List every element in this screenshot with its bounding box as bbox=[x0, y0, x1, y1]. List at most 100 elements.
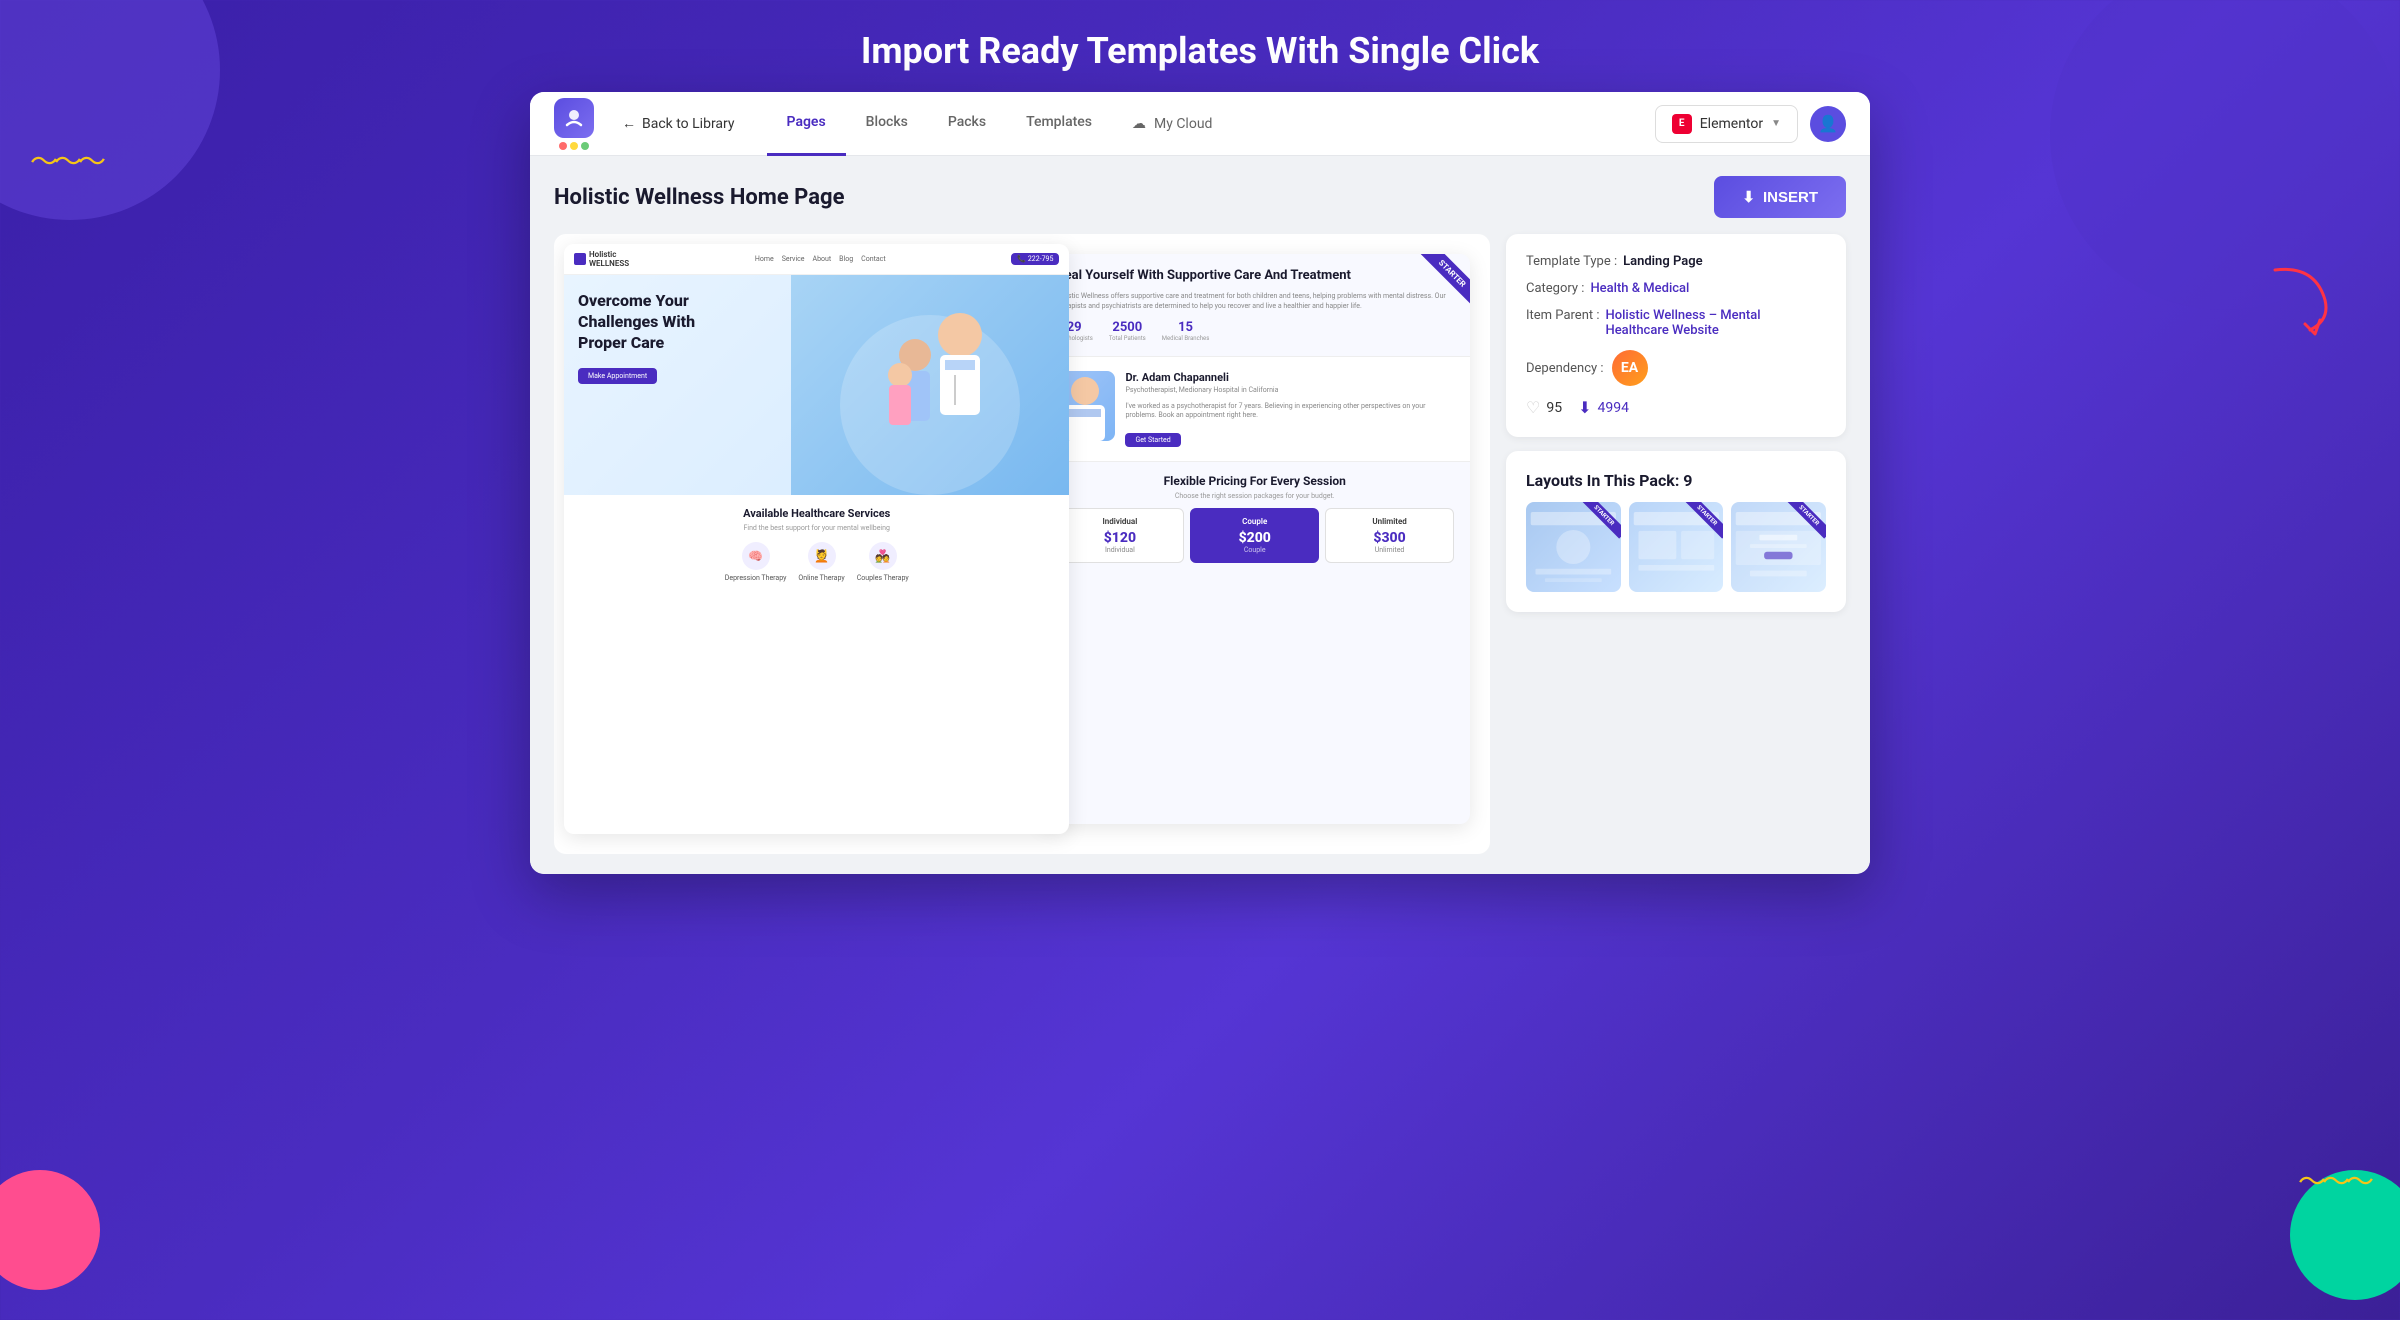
service-couples: 💑 Couples Therapy bbox=[857, 542, 909, 582]
tab-pages[interactable]: Pages bbox=[767, 92, 846, 156]
page-header: Holistic Wellness Home Page ⬇ INSERT bbox=[554, 176, 1846, 218]
price-unlimited: $300 bbox=[1332, 530, 1447, 546]
thumb-badge-text-3: STARTER bbox=[1786, 502, 1826, 538]
services-grid: 🧠 Depression Therapy 💆 Online Therapy 💑 bbox=[578, 542, 1055, 582]
price-couple: $200 bbox=[1197, 530, 1312, 546]
sidebar-panel: Template Type : Landing Page Category : … bbox=[1506, 234, 1846, 854]
app-window: ← Back to Library Pages Blocks Packs Tem… bbox=[530, 92, 1870, 874]
stat-branches-num: 15 bbox=[1162, 320, 1210, 335]
preview-inner: HolisticWELLNESS Home Service About Blog… bbox=[554, 234, 1490, 854]
dot-red bbox=[559, 142, 567, 150]
card-phone-btn: 📞 222-795 bbox=[1011, 253, 1059, 265]
bg-decoration-circle-1 bbox=[0, 0, 220, 220]
card-nav-links: Home Service About Blog Contact bbox=[755, 255, 886, 263]
tab-blocks[interactable]: Blocks bbox=[846, 92, 928, 156]
doctor-name: Dr. Adam Chapanneli bbox=[1125, 371, 1454, 384]
user-avatar[interactable]: 👤 bbox=[1810, 106, 1846, 142]
card-hero: Overcome Your Challenges With Proper Car… bbox=[564, 275, 1069, 495]
services-title: Available Healthcare Services bbox=[578, 507, 1055, 520]
template-type-row: Template Type : Landing Page bbox=[1526, 254, 1826, 269]
thumb-badge-3: STARTER bbox=[1776, 502, 1826, 552]
dot-yellow bbox=[570, 142, 578, 150]
depression-label: Depression Therapy bbox=[725, 574, 787, 582]
thumb-badge-1: STARTER bbox=[1571, 502, 1621, 552]
layout-thumb-2[interactable]: STARTER bbox=[1629, 502, 1724, 592]
card-logo-text: HolisticWELLNESS bbox=[589, 250, 629, 268]
right-section-pricing: Flexible Pricing For Every Session Choos… bbox=[1039, 462, 1470, 575]
service-online: 💆 Online Therapy bbox=[798, 542, 844, 582]
label-unlimited: Unlimited bbox=[1332, 546, 1447, 554]
layout-thumb-1[interactable]: STARTER bbox=[1526, 502, 1621, 592]
online-therapy-label: Online Therapy bbox=[798, 574, 844, 582]
starter-badge-text: STARTER bbox=[1420, 254, 1470, 306]
category-row: Category : Health & Medical bbox=[1526, 281, 1826, 296]
get-started-btn: Get Started bbox=[1125, 433, 1180, 447]
bg-decoration-circle-2 bbox=[2050, 0, 2400, 310]
stat-patients-num: 2500 bbox=[1109, 320, 1146, 335]
bg-zigzag-left: 〜〜〜 bbox=[30, 140, 102, 180]
category-label: Category : bbox=[1526, 281, 1584, 296]
insert-button[interactable]: ⬇ INSERT bbox=[1714, 176, 1846, 218]
doctor-info: Dr. Adam Chapanneli Psychotherapist, Med… bbox=[1125, 371, 1454, 447]
card-nav-service: Service bbox=[782, 255, 805, 263]
tier-individual: Individual bbox=[1062, 517, 1177, 526]
category-value: Health & Medical bbox=[1590, 281, 1689, 296]
label-individual: Individual bbox=[1062, 546, 1177, 554]
thumb-badge-2: STARTER bbox=[1673, 502, 1723, 552]
dependency-icon: EA bbox=[1612, 350, 1648, 386]
service-depression: 🧠 Depression Therapy bbox=[725, 542, 787, 582]
card-nav-blog: Blog bbox=[839, 255, 853, 263]
dependency-row: Dependency : EA bbox=[1526, 350, 1826, 386]
stat-patients: 2500 Total Patients bbox=[1109, 320, 1146, 342]
nav-tabs: Pages Blocks Packs Templates ☁ My Cloud bbox=[767, 92, 1233, 155]
layout-thumb-3[interactable]: STARTER bbox=[1731, 502, 1826, 592]
pricing-title: Flexible Pricing For Every Session bbox=[1055, 474, 1454, 488]
pricing-couple: Couple $200 Couple bbox=[1190, 508, 1319, 563]
stat-patients-label: Total Patients bbox=[1109, 335, 1146, 342]
type-value: Landing Page bbox=[1623, 254, 1703, 269]
back-to-library-link[interactable]: ← Back to Library bbox=[610, 109, 747, 138]
pricing-cards: Individual $120 Individual Couple $200 C… bbox=[1055, 508, 1454, 563]
depression-icon: 🧠 bbox=[742, 542, 770, 570]
logo-dots bbox=[559, 142, 589, 150]
logo-area bbox=[554, 98, 594, 150]
tab-my-cloud[interactable]: ☁ My Cloud bbox=[1112, 92, 1232, 156]
likes-stat: ♡ 95 bbox=[1526, 398, 1562, 417]
downloads-count: 4994 bbox=[1598, 400, 1629, 416]
card-header-bar: HolisticWELLNESS Home Service About Blog… bbox=[564, 244, 1069, 275]
couples-therapy-label: Couples Therapy bbox=[857, 574, 909, 582]
label-couple: Couple bbox=[1197, 546, 1312, 554]
preview-card-left: HolisticWELLNESS Home Service About Blog… bbox=[564, 244, 1069, 834]
pricing-unlimited: Unlimited $300 Unlimited bbox=[1325, 508, 1454, 563]
layouts-grid: STARTER STARTER bbox=[1526, 502, 1826, 592]
layouts-title: Layouts In This Pack: 9 bbox=[1526, 471, 1826, 490]
price-individual: $120 bbox=[1062, 530, 1177, 546]
card-hero-img bbox=[791, 275, 1069, 495]
pricing-individual: Individual $120 Individual bbox=[1055, 508, 1184, 563]
card-hero-btn: Make Appointment bbox=[578, 368, 657, 384]
back-label: Back to Library bbox=[642, 116, 735, 132]
tier-couple: Couple bbox=[1197, 517, 1312, 526]
parent-label: Item Parent : bbox=[1526, 308, 1600, 323]
parent-value: Holistic Wellness – Mental Healthcare We… bbox=[1606, 308, 1827, 338]
doctor-profile: Dr. Adam Chapanneli Psychotherapist, Med… bbox=[1055, 371, 1454, 447]
elementor-selector[interactable]: E Elementor ▼ bbox=[1655, 105, 1798, 143]
starter-badge: STARTER bbox=[1395, 254, 1470, 329]
right-section-doctor: Dr. Adam Chapanneli Psychotherapist, Med… bbox=[1039, 357, 1470, 462]
heart-icon: ♡ bbox=[1526, 398, 1540, 417]
type-label: Template Type : bbox=[1526, 254, 1617, 269]
thumb-badge-text-2: STARTER bbox=[1684, 502, 1724, 538]
downloads-stat: ⬇ 4994 bbox=[1578, 398, 1629, 417]
couples-therapy-icon: 💑 bbox=[869, 542, 897, 570]
doctor-title: Psychotherapist, Medionary Hospital in C… bbox=[1125, 386, 1454, 396]
preview-area: HolisticWELLNESS Home Service About Blog… bbox=[554, 234, 1490, 854]
card-logo-small: HolisticWELLNESS bbox=[574, 250, 629, 268]
tab-packs[interactable]: Packs bbox=[928, 92, 1006, 156]
stat-branches: 15 Medical Branches bbox=[1162, 320, 1210, 342]
tier-unlimited: Unlimited bbox=[1332, 517, 1447, 526]
doctor-body: I've worked as a psychotherapist for 7 y… bbox=[1125, 402, 1454, 422]
cloud-label: My Cloud bbox=[1154, 116, 1212, 132]
preview-card-right: STARTER Heal Yourself With Supportive Ca… bbox=[1039, 254, 1470, 824]
tab-templates[interactable]: Templates bbox=[1006, 92, 1112, 156]
insert-label: INSERT bbox=[1763, 189, 1818, 206]
